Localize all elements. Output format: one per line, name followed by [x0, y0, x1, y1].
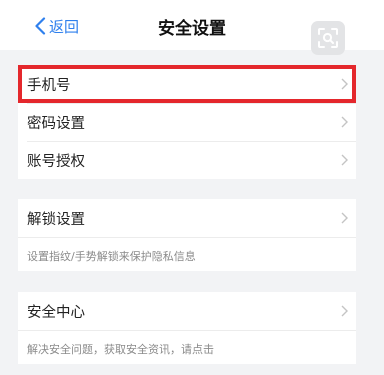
security-settings-screen: 返回 安全设置 手机号 密码设置 账号授权 解锁设置 设置指纹/手势解锁来保护隐…: [0, 0, 384, 375]
list-item-label: 手机号: [27, 77, 71, 94]
list-item-phone-number[interactable]: 手机号: [18, 65, 356, 103]
list-item-label: 安全中心: [27, 304, 85, 321]
chevron-right-icon: [341, 305, 348, 317]
list-item-security-center[interactable]: 安全中心: [18, 292, 356, 330]
chevron-right-icon: [341, 154, 348, 166]
list-item-label: 密码设置: [27, 115, 85, 132]
security-center-hint-text: 解决安全问题，获取安全资讯，请点击: [27, 343, 214, 356]
account-group: 手机号 密码设置 账号授权: [18, 65, 356, 179]
chevron-right-icon: [341, 116, 348, 128]
list-item-label: 账号授权: [27, 153, 85, 170]
chevron-right-icon: [341, 78, 348, 90]
scan-button[interactable]: [311, 21, 345, 55]
list-item-unlock-settings[interactable]: 解锁设置: [18, 199, 356, 237]
unlock-hint-text: 设置指纹/手势解锁来保护隐私信息: [27, 250, 196, 263]
divider: [18, 237, 356, 238]
list-item-password-settings[interactable]: 密码设置: [18, 103, 356, 141]
scan-icon: [318, 28, 338, 48]
list-item-label: 解锁设置: [27, 211, 85, 228]
list-item-account-authorization[interactable]: 账号授权: [18, 141, 356, 179]
divider: [18, 330, 356, 331]
chevron-right-icon: [341, 212, 348, 224]
